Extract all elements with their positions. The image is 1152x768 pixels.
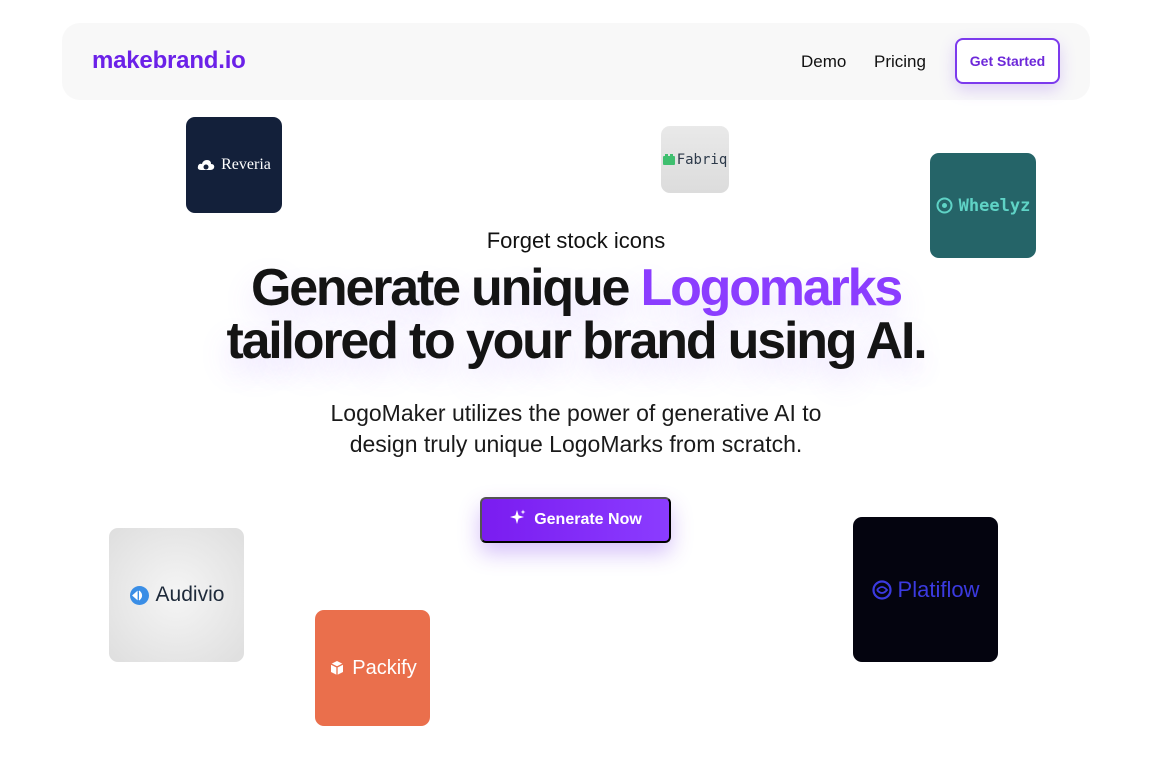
headline-part1: Generate unique — [250, 259, 641, 317]
top-nav: makebrand.io Demo Pricing Get Started — [62, 23, 1090, 100]
nav-link-pricing[interactable]: Pricing — [874, 52, 926, 72]
logo-name: Wheelyz — [958, 195, 1031, 216]
fabric-icon — [662, 153, 675, 166]
logo-name: Packify — [352, 656, 417, 679]
brand-logo[interactable]: makebrand.io — [92, 47, 246, 75]
cloud-icon — [197, 158, 215, 172]
wheel-icon — [936, 197, 953, 214]
logo-name: Platiflow — [897, 576, 980, 602]
hero-headline: Generate unique Logomarks tailored to yo… — [0, 262, 1152, 368]
get-started-button[interactable]: Get Started — [955, 38, 1060, 84]
headline-part2: tailored to your brand using AI. — [226, 312, 927, 370]
sparkle-icon — [509, 509, 526, 531]
audio-icon — [129, 585, 150, 606]
subtext-line2: design truly unique LogoMarks from scrat… — [349, 431, 803, 457]
generate-now-label: Generate Now — [534, 511, 642, 528]
logo-name: Reveria — [221, 156, 271, 173]
logo-tile-audivio: Audivio — [109, 528, 244, 662]
logo-tile-platiflow: Platiflow — [853, 517, 998, 662]
nav-link-demo[interactable]: Demo — [801, 52, 846, 72]
logo-tile-reveria: Reveria — [186, 117, 282, 213]
subtext-line1: LogoMaker utilizes the power of generati… — [330, 400, 822, 426]
box-icon — [328, 659, 346, 677]
logo-tile-fabriq: Fabriq — [661, 126, 729, 193]
generate-now-button[interactable]: Generate Now — [480, 497, 671, 543]
hero-subtext: LogoMaker utilizes the power of generati… — [0, 398, 1152, 460]
logo-name: Fabriq — [676, 151, 728, 168]
hero-eyebrow: Forget stock icons — [486, 228, 666, 253]
flow-icon — [871, 579, 892, 600]
headline-accent: Logomarks — [640, 259, 904, 317]
logo-name: Audivio — [155, 583, 225, 606]
logo-tile-packify: Packify — [315, 610, 430, 726]
